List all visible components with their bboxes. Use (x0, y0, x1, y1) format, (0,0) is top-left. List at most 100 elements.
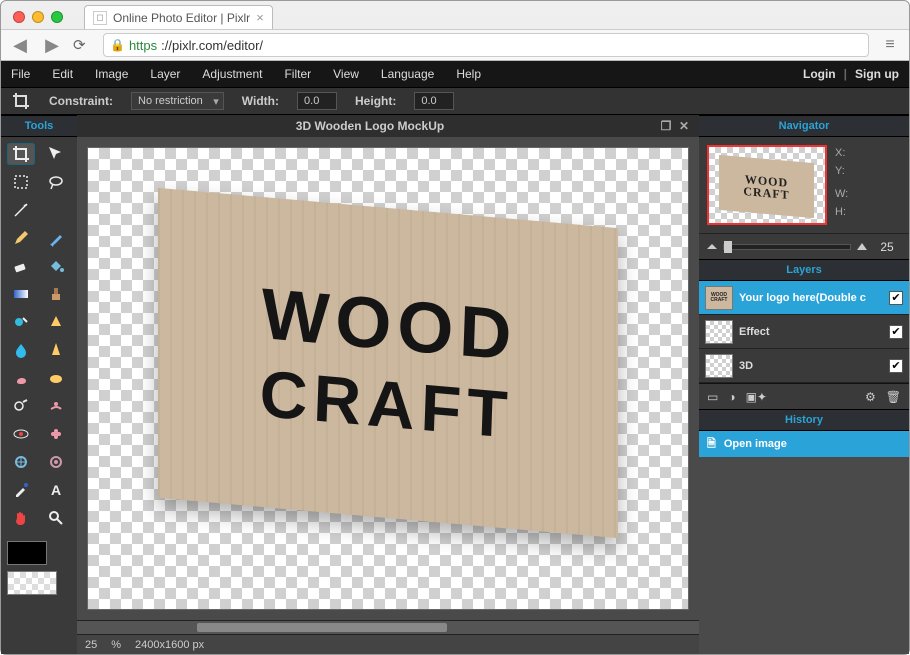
paint-bucket-tool[interactable] (42, 255, 70, 277)
close-window-icon[interactable] (13, 11, 25, 23)
brush-tool[interactable] (42, 227, 70, 249)
menu-view[interactable]: View (333, 67, 359, 81)
lasso-tool[interactable] (42, 171, 70, 193)
zoom-out-icon[interactable] (707, 244, 717, 249)
eraser-tool[interactable] (7, 255, 35, 277)
doc-restore-icon[interactable]: ❐ (657, 119, 675, 133)
layer-row[interactable]: Effect ✔ (699, 315, 909, 349)
menu-file[interactable]: File (11, 67, 30, 81)
percent-sign: % (111, 639, 121, 651)
sharpen-tool[interactable] (42, 339, 70, 361)
red-eye-tool[interactable] (7, 423, 35, 445)
canvas-scroll-area[interactable]: WOOD CRAFT (77, 137, 699, 620)
type-tool[interactable]: A (42, 479, 70, 501)
layer-styles-icon[interactable]: ▣✦ (746, 390, 767, 404)
spot-heal-tool[interactable] (42, 423, 70, 445)
browser-menu-icon[interactable]: ≡ (879, 36, 901, 54)
forward-button[interactable]: ▶ (41, 35, 63, 56)
layer-row[interactable]: WOODCRAFT Your logo here(Double c ✔ (699, 281, 909, 315)
menu-help[interactable]: Help (456, 67, 481, 81)
hand-tool[interactable] (7, 507, 35, 529)
zoom-tool[interactable] (42, 507, 70, 529)
foreground-color[interactable] (7, 541, 47, 565)
doc-close-icon[interactable]: ✕ (675, 119, 693, 133)
delete-layer-icon[interactable]: 🗑 (886, 390, 901, 404)
status-bar: 25 % 2400x1600 px (77, 634, 699, 654)
layer-visibility-checkbox[interactable]: ✔ (889, 325, 903, 339)
height-label: Height: (355, 94, 396, 108)
crop-tool[interactable] (7, 143, 35, 165)
layer-mask-icon[interactable]: ◑ (728, 390, 735, 404)
menu-edit[interactable]: Edit (52, 67, 73, 81)
tab-close-icon[interactable]: × (256, 10, 264, 25)
color-replace-tool[interactable] (7, 311, 35, 333)
login-link[interactable]: Login (803, 67, 836, 81)
horizontal-scrollbar[interactable] (77, 620, 699, 634)
width-label: Width: (242, 94, 279, 108)
blur-tool[interactable] (7, 339, 35, 361)
pixlr-editor: File Edit Image Layer Adjustment Filter … (1, 61, 909, 654)
menu-image[interactable]: Image (95, 67, 128, 81)
height-input[interactable]: 0.0 (414, 92, 454, 110)
right-panels: Navigator WOODCRAFT X: Y: W: H: (699, 115, 909, 654)
navigator-title: Navigator (699, 115, 909, 137)
menu-layer[interactable]: Layer (150, 67, 180, 81)
layer-visibility-checkbox[interactable]: ✔ (889, 291, 903, 305)
zoom-window-icon[interactable] (51, 11, 63, 23)
tab-title: Online Photo Editor | Pixlr (113, 11, 250, 25)
marquee-tool[interactable] (7, 171, 35, 193)
logo-text: WOOD CRAFT (153, 188, 624, 537)
zoom-in-icon[interactable] (857, 243, 867, 250)
navigator-thumbnail[interactable]: WOODCRAFT (707, 145, 827, 225)
layer-row[interactable]: 3D ✔ (699, 349, 909, 383)
clone-stamp-tool[interactable] (42, 283, 70, 305)
zoom-value: 25 (873, 240, 901, 254)
drawing-tool[interactable] (42, 311, 70, 333)
zoom-slider-thumb[interactable] (724, 241, 732, 253)
tools-panel-title: Tools (1, 115, 77, 137)
dodge-tool[interactable] (7, 395, 35, 417)
coord-x-label: X: (835, 145, 848, 163)
svg-text:A: A (51, 482, 61, 498)
crop-tool-icon (11, 91, 31, 111)
browser-tab[interactable]: ◻ Online Photo Editor | Pixlr × (84, 5, 273, 29)
coord-y-label: Y: (835, 163, 848, 181)
pinch-tool[interactable] (42, 451, 70, 473)
width-input[interactable]: 0.0 (297, 92, 337, 110)
navigator-panel: Navigator WOODCRAFT X: Y: W: H: (699, 115, 909, 259)
new-layer-icon[interactable]: ▭ (707, 390, 718, 404)
favicon-icon: ◻ (93, 11, 107, 25)
layer-visibility-checkbox[interactable]: ✔ (889, 359, 903, 373)
signup-link[interactable]: Sign up (855, 67, 899, 81)
browser-window: ◻ Online Photo Editor | Pixlr × ◀ ▶ ⟳ 🔒 … (0, 0, 910, 655)
move-tool[interactable] (42, 143, 70, 165)
color-swatches (1, 535, 77, 601)
url-rest: ://pixlr.com/editor/ (161, 38, 263, 53)
history-item[interactable]: 🗎 Open image (699, 431, 909, 457)
menu-language[interactable]: Language (381, 67, 434, 81)
menu-filter[interactable]: Filter (284, 67, 311, 81)
reload-button[interactable]: ⟳ (73, 36, 93, 54)
minimize-window-icon[interactable] (32, 11, 44, 23)
back-button[interactable]: ◀ (9, 35, 31, 56)
constraint-select[interactable]: No restriction (131, 92, 224, 110)
smudge-tool[interactable] (7, 367, 35, 389)
history-item-label: Open image (724, 438, 787, 450)
layers-title: Layers (699, 259, 909, 281)
eyedropper-tool[interactable] (7, 479, 35, 501)
background-color[interactable] (7, 571, 57, 595)
layer-settings-icon[interactable]: ⚙ (865, 390, 876, 404)
burn-tool[interactable] (42, 395, 70, 417)
layer-name: Your logo here(Double c (739, 292, 883, 304)
zoom-slider-track[interactable] (723, 244, 851, 250)
address-bar[interactable]: 🔒 https://pixlr.com/editor/ (103, 33, 869, 57)
wand-tool[interactable] (7, 199, 35, 221)
browser-tabbar: ◻ Online Photo Editor | Pixlr × (1, 1, 909, 29)
gradient-tool[interactable] (7, 283, 35, 305)
scrollbar-thumb[interactable] (197, 623, 447, 632)
menu-adjustment[interactable]: Adjustment (202, 67, 262, 81)
bloat-tool[interactable] (7, 451, 35, 473)
sponge-tool[interactable] (42, 367, 70, 389)
pencil-tool[interactable] (7, 227, 35, 249)
canvas[interactable]: WOOD CRAFT (87, 147, 689, 610)
